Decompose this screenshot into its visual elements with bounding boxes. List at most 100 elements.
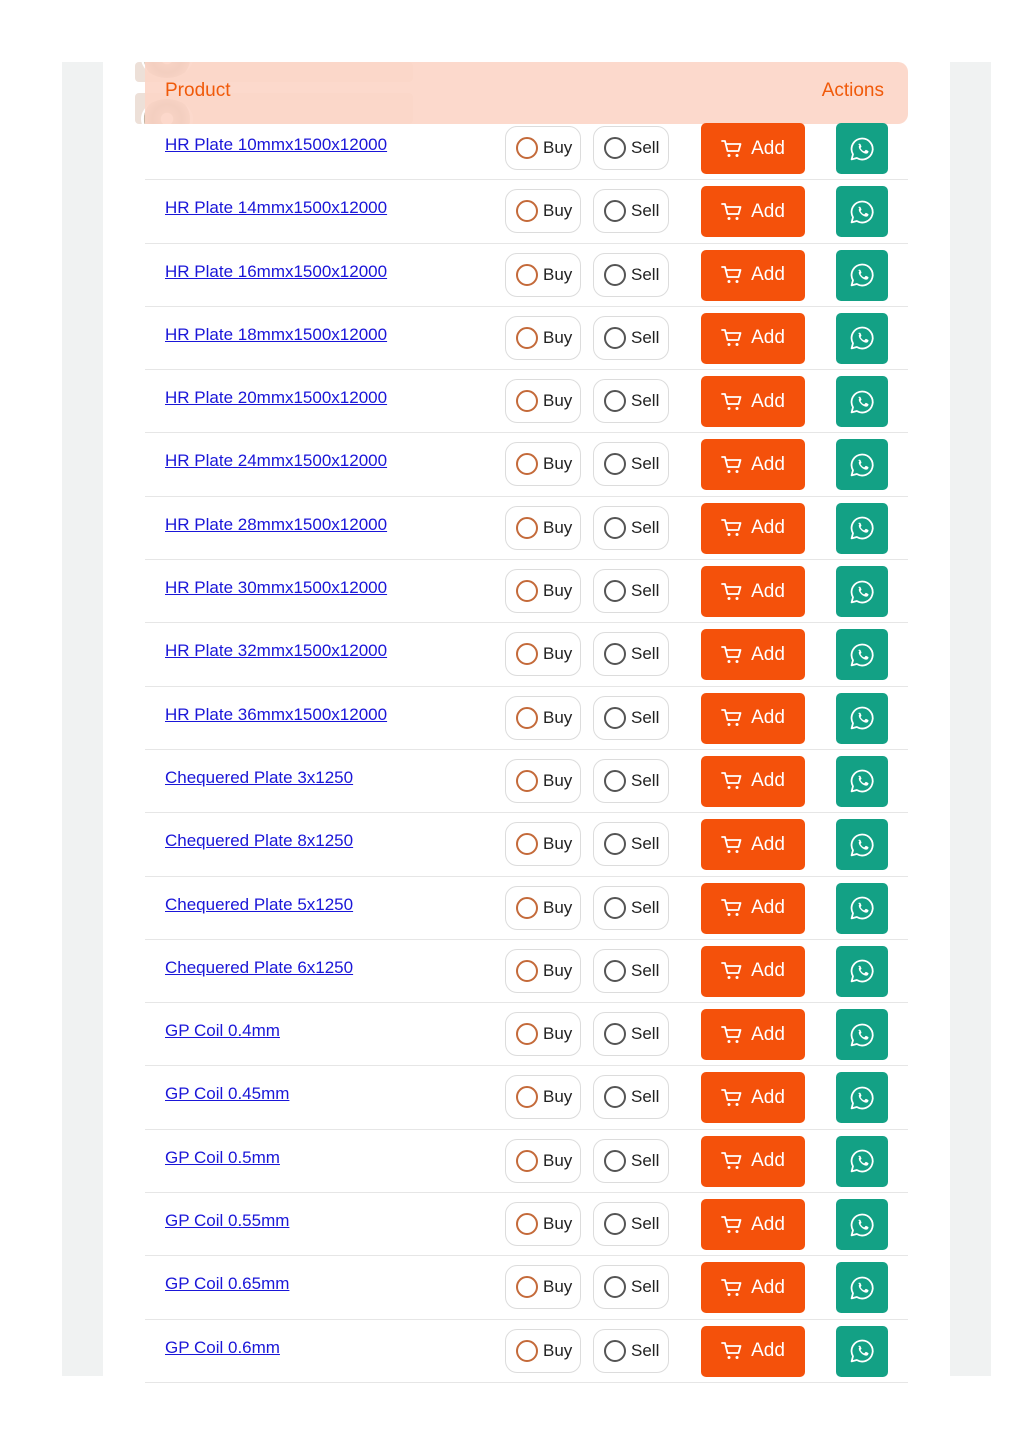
whatsapp-button[interactable] (836, 1072, 888, 1124)
add-to-cart-button[interactable]: Add (701, 123, 805, 174)
sell-radio[interactable] (604, 706, 626, 729)
buy-radio[interactable] (516, 1086, 538, 1109)
sell-radio[interactable] (604, 643, 626, 666)
add-to-cart-button[interactable]: Add (701, 1135, 805, 1187)
buy-option[interactable]: Buy (505, 1075, 581, 1120)
sell-option[interactable]: Sell (593, 758, 669, 803)
sell-option[interactable]: Sell (593, 1075, 669, 1120)
whatsapp-button[interactable] (836, 439, 888, 491)
sell-radio[interactable] (604, 390, 626, 413)
whatsapp-button[interactable] (836, 945, 888, 997)
product-link[interactable]: HR Plate 24mmx1500x12000 (165, 451, 387, 471)
product-link[interactable]: HR Plate 14mmx1500x12000 (165, 198, 387, 218)
sell-option[interactable]: Sell (593, 1138, 669, 1183)
buy-option[interactable]: Buy (505, 885, 581, 930)
add-to-cart-button[interactable]: Add (701, 819, 805, 871)
sell-option[interactable]: Sell (593, 1265, 669, 1310)
product-link[interactable]: Chequered Plate 8x1250 (165, 831, 353, 851)
sell-option[interactable]: Sell (593, 695, 669, 740)
sell-radio[interactable] (604, 200, 626, 223)
sell-radio[interactable] (604, 453, 626, 476)
buy-option[interactable]: Buy (505, 442, 581, 487)
product-link[interactable]: HR Plate 10mmx1500x12000 (165, 135, 387, 155)
product-link[interactable]: HR Plate 28mmx1500x12000 (165, 515, 387, 535)
buy-radio[interactable] (516, 833, 538, 856)
sell-option[interactable]: Sell (593, 379, 669, 424)
buy-radio[interactable] (516, 580, 538, 603)
sell-radio[interactable] (604, 833, 626, 856)
sell-radio[interactable] (604, 896, 626, 919)
sell-radio[interactable] (604, 1149, 626, 1172)
product-link[interactable]: HR Plate 16mmx1500x12000 (165, 262, 387, 282)
add-to-cart-button[interactable]: Add (701, 629, 805, 681)
buy-radio[interactable] (516, 200, 538, 223)
buy-option[interactable]: Buy (505, 505, 581, 550)
buy-option[interactable]: Buy (505, 1328, 581, 1373)
buy-option[interactable]: Buy (505, 632, 581, 677)
whatsapp-button[interactable] (836, 249, 888, 301)
product-link[interactable]: GP Coil 0.55mm (165, 1211, 289, 1231)
whatsapp-button[interactable] (836, 692, 888, 744)
buy-option[interactable]: Buy (505, 822, 581, 867)
buy-option[interactable]: Buy (505, 569, 581, 614)
add-to-cart-button[interactable]: Add (701, 376, 805, 428)
add-to-cart-button[interactable]: Add (701, 1072, 805, 1124)
product-link[interactable]: GP Coil 0.65mm (165, 1274, 289, 1294)
sell-option[interactable]: Sell (593, 505, 669, 550)
product-link[interactable]: Chequered Plate 6x1250 (165, 958, 353, 978)
whatsapp-button[interactable] (836, 566, 888, 618)
add-to-cart-button[interactable]: Add (701, 1325, 805, 1377)
buy-radio[interactable] (516, 1276, 538, 1299)
product-link[interactable]: HR Plate 36mmx1500x12000 (165, 705, 387, 725)
whatsapp-button[interactable] (836, 186, 888, 238)
buy-radio[interactable] (516, 959, 538, 982)
whatsapp-button[interactable] (836, 882, 888, 934)
buy-radio[interactable] (516, 453, 538, 476)
product-link[interactable]: HR Plate 32mmx1500x12000 (165, 641, 387, 661)
whatsapp-button[interactable] (836, 1325, 888, 1377)
whatsapp-button[interactable] (836, 1135, 888, 1187)
sell-option[interactable]: Sell (593, 252, 669, 297)
buy-radio[interactable] (516, 390, 538, 413)
product-link[interactable]: GP Coil 0.4mm (165, 1021, 280, 1041)
sell-radio[interactable] (604, 580, 626, 603)
sell-option[interactable]: Sell (593, 1202, 669, 1247)
buy-radio[interactable] (516, 1339, 538, 1362)
add-to-cart-button[interactable]: Add (701, 186, 805, 238)
sell-radio[interactable] (604, 959, 626, 982)
sell-radio[interactable] (604, 1023, 626, 1046)
product-link[interactable]: HR Plate 18mmx1500x12000 (165, 325, 387, 345)
buy-option[interactable]: Buy (505, 1012, 581, 1057)
add-to-cart-button[interactable]: Add (701, 439, 805, 491)
buy-option[interactable]: Buy (505, 695, 581, 740)
sell-option[interactable]: Sell (593, 1012, 669, 1057)
whatsapp-button[interactable] (836, 1262, 888, 1314)
sell-option[interactable]: Sell (593, 632, 669, 677)
whatsapp-button[interactable] (836, 1009, 888, 1061)
product-link[interactable]: HR Plate 30mmx1500x12000 (165, 578, 387, 598)
sell-radio[interactable] (604, 1086, 626, 1109)
buy-option[interactable]: Buy (505, 315, 581, 360)
sell-option[interactable]: Sell (593, 885, 669, 930)
buy-option[interactable]: Buy (505, 1202, 581, 1247)
sell-option[interactable]: Sell (593, 315, 669, 360)
buy-option[interactable]: Buy (505, 1138, 581, 1183)
whatsapp-button[interactable] (836, 376, 888, 428)
sell-option[interactable]: Sell (593, 126, 669, 170)
add-to-cart-button[interactable]: Add (701, 249, 805, 301)
whatsapp-button[interactable] (836, 312, 888, 364)
whatsapp-button[interactable] (836, 502, 888, 554)
buy-radio[interactable] (516, 643, 538, 666)
buy-option[interactable]: Buy (505, 126, 581, 170)
sell-option[interactable]: Sell (593, 948, 669, 993)
sell-radio[interactable] (604, 263, 626, 286)
sell-option[interactable]: Sell (593, 1328, 669, 1373)
sell-option[interactable]: Sell (593, 442, 669, 487)
sell-radio[interactable] (604, 1213, 626, 1236)
buy-radio[interactable] (516, 137, 538, 159)
product-link[interactable]: Chequered Plate 5x1250 (165, 895, 353, 915)
product-link[interactable]: GP Coil 0.6mm (165, 1338, 280, 1358)
buy-option[interactable]: Buy (505, 948, 581, 993)
buy-radio[interactable] (516, 326, 538, 349)
buy-option[interactable]: Buy (505, 758, 581, 803)
